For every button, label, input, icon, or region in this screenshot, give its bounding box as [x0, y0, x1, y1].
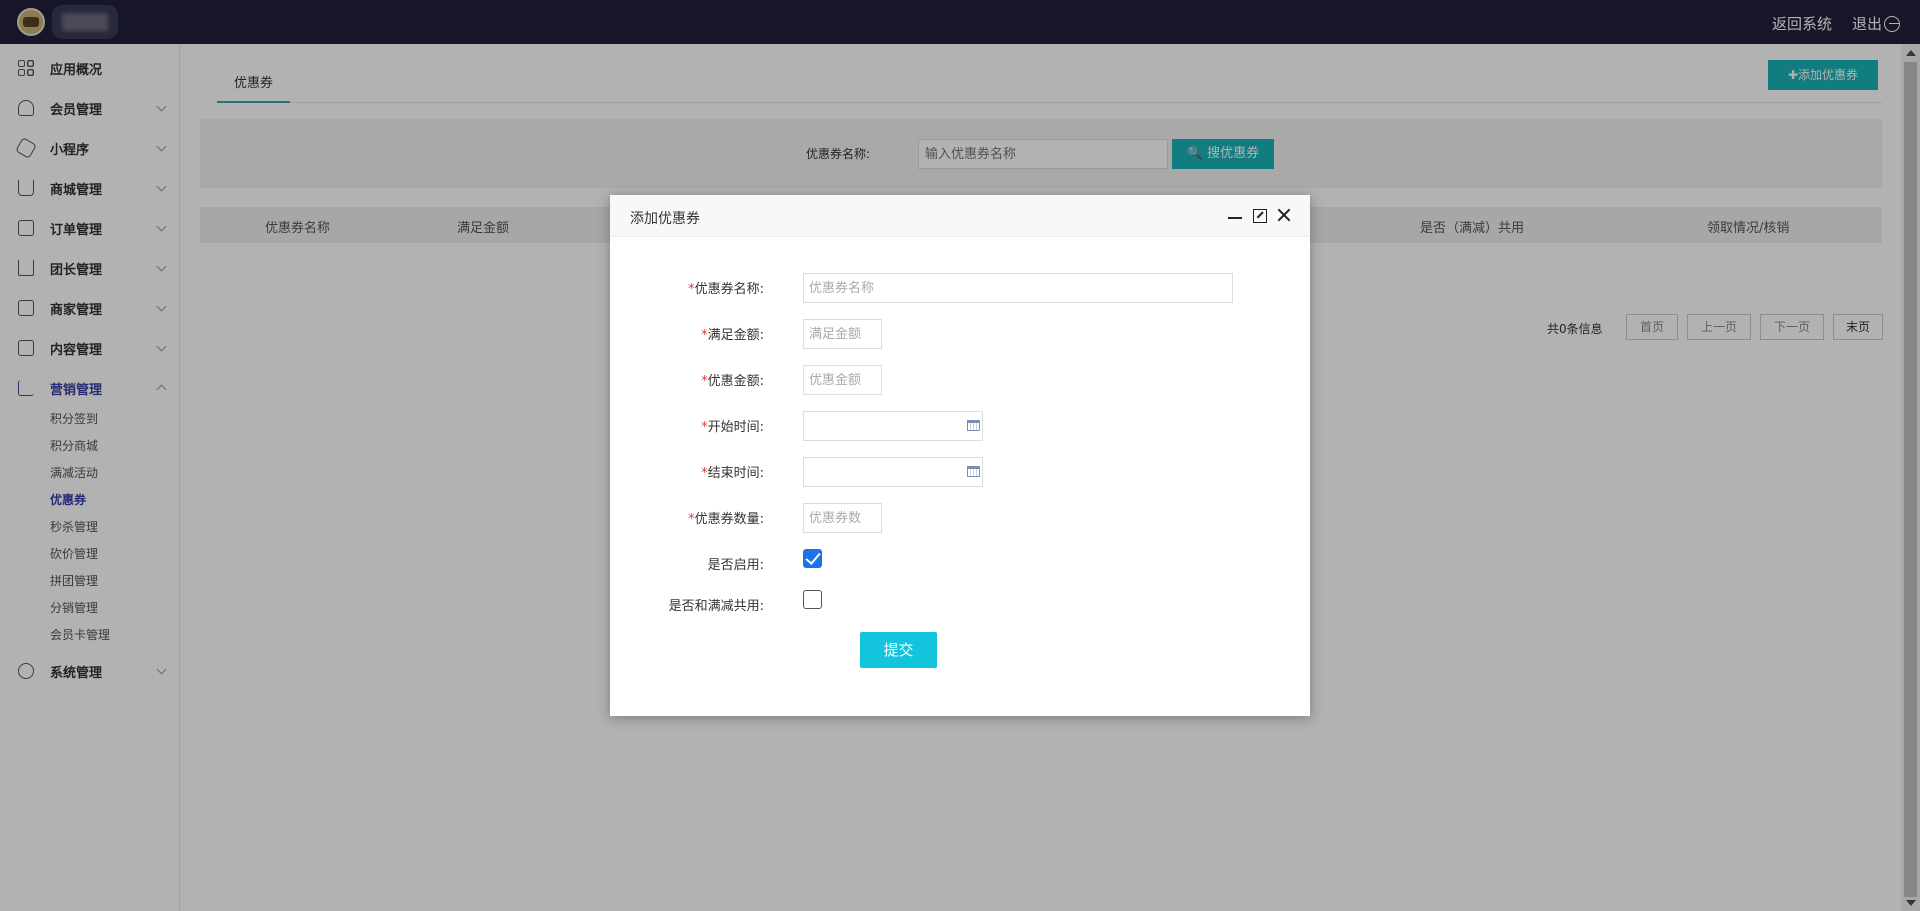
enabled-label: 是否启用: — [707, 558, 764, 573]
coupon-count-label: *优惠券数量: — [688, 508, 764, 527]
dialog-header: 添加优惠券 — [610, 195, 1310, 237]
close-icon[interactable] — [1276, 207, 1292, 223]
start-time-input[interactable] — [803, 411, 983, 441]
end-time-label: *结束时间: — [701, 462, 764, 481]
coupon-name-label-text: 优惠券名称: — [694, 282, 764, 297]
coupon-count-input[interactable] — [803, 503, 882, 533]
coupon-name-input[interactable] — [803, 273, 1233, 303]
calendar-icon[interactable] — [967, 420, 980, 431]
discount-amount-label: *优惠金额: — [701, 370, 764, 389]
discount-amount-input[interactable] — [803, 365, 882, 395]
calendar-icon[interactable] — [967, 466, 980, 477]
start-time-label-text: 开始时间: — [707, 420, 764, 435]
coupon-name-label: *优惠券名称: — [688, 278, 764, 297]
maximize-icon[interactable] — [1253, 209, 1267, 223]
start-time-label: *开始时间: — [701, 416, 764, 435]
min-amount-input[interactable] — [803, 319, 882, 349]
submit-button[interactable]: 提交 — [860, 632, 937, 668]
end-time-input[interactable] — [803, 457, 983, 487]
shared-label: 是否和满减共用: — [668, 599, 764, 614]
end-time-label-text: 结束时间: — [707, 466, 764, 481]
min-amount-label-text: 满足金额: — [707, 328, 764, 343]
coupon-count-label-text: 优惠券数量: — [694, 512, 764, 527]
add-coupon-dialog: 添加优惠券 *优惠券名称: *满足金额: *优惠金额: *开始时间: *结束时间… — [610, 195, 1310, 716]
enabled-checkbox[interactable] — [803, 549, 822, 568]
min-amount-label: *满足金额: — [701, 324, 764, 343]
discount-amount-label-text: 优惠金额: — [707, 374, 764, 389]
dialog-title: 添加优惠券 — [630, 211, 700, 227]
minimize-icon[interactable] — [1228, 217, 1242, 219]
shared-checkbox[interactable] — [803, 590, 822, 609]
